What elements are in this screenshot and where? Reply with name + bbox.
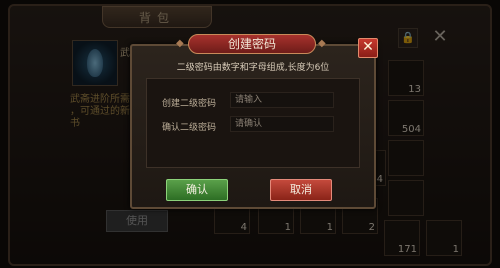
confirm-password-label: 确认二级密码 — [161, 123, 216, 133]
title-ornament-right: ◆ — [318, 38, 326, 49]
confirm-button[interactable]: 确认 — [166, 179, 228, 201]
dialog-title: 创建密码 — [188, 34, 316, 54]
create-password-input[interactable]: 请输入 — [230, 92, 334, 108]
close-icon[interactable]: ✕ — [358, 38, 378, 58]
create-password-label: 创建二级密码 — [161, 99, 216, 109]
confirm-password-input[interactable]: 请确认 — [230, 116, 334, 132]
cancel-button[interactable]: 取消 — [270, 179, 332, 201]
password-hint: 二级密码由数字和字母组成,长度为6位 — [176, 63, 330, 73]
